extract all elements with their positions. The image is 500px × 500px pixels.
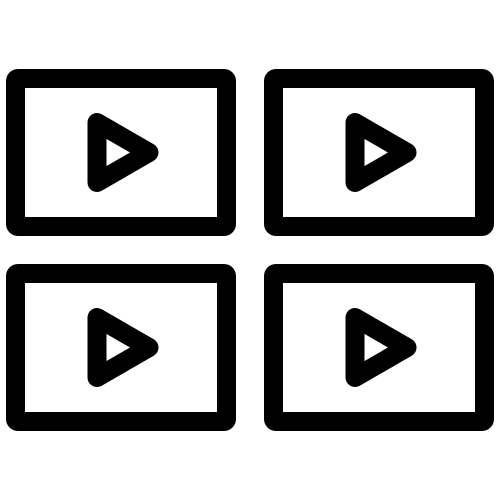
video-screen — [283, 283, 475, 412]
video-tile-top-left — [6, 69, 236, 236]
video-tile-bottom-left — [6, 264, 236, 431]
icon-canvas — [0, 0, 500, 500]
video-screen — [25, 88, 217, 217]
video-screen — [283, 88, 475, 217]
video-tile-bottom-right — [264, 264, 494, 431]
video-tile-top-right — [264, 69, 494, 236]
video-gallery-grid-icon — [6, 69, 494, 431]
video-screen — [25, 283, 217, 412]
